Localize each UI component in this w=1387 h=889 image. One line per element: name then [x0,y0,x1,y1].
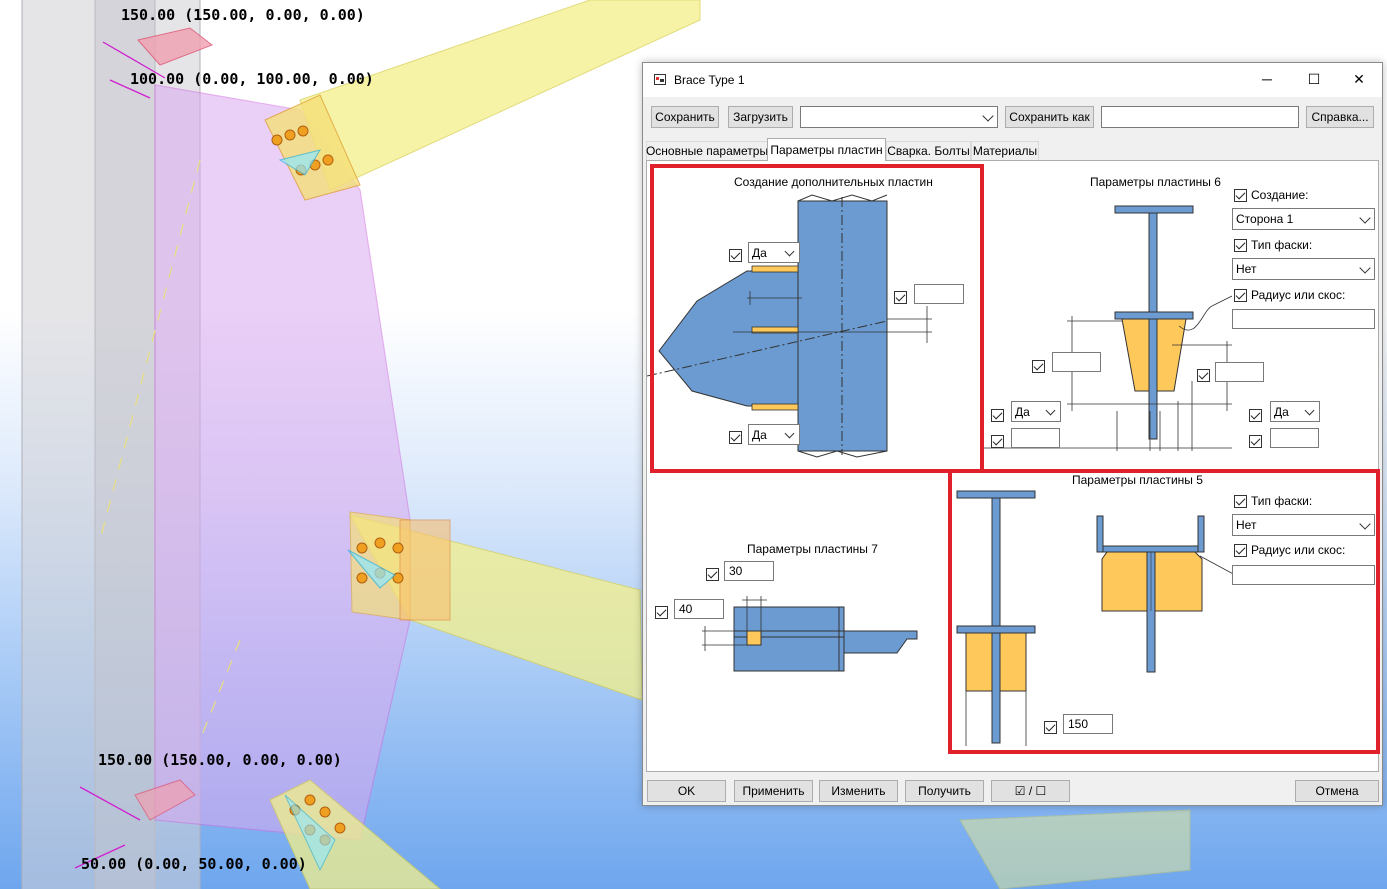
plate6-right-bottom-input[interactable] [1270,428,1319,448]
highlight-frame [650,164,984,473]
chevron-down-icon [1359,212,1371,224]
plate6-left-yes-value: Да [1015,404,1030,419]
apply-button[interactable]: Применить [734,780,813,802]
plate6-radius-label: Радиус или скос: [1251,288,1346,302]
brace-dialog: Brace Type 1 ─ ☐ ✕ Сохранить Загрузить С… [642,62,1383,806]
close-button[interactable]: ✕ [1336,63,1382,95]
save-button[interactable]: Сохранить [651,106,719,128]
maximize-button[interactable]: ☐ [1291,63,1337,95]
plate6-chamfer-combo[interactable]: Нет [1232,258,1375,280]
tab-plate-params[interactable]: Параметры пластин [767,138,886,161]
plate6-right-yes-value: Да [1274,404,1289,419]
plate6-radius-checkbox[interactable] [1234,289,1247,302]
get-button[interactable]: Получить [905,780,984,802]
plate6-chamfer-label: Тип фаски: [1251,238,1313,252]
dimension-label: 50.00 (0.00, 50.00, 0.00) [81,855,307,873]
chevron-down-icon [1359,262,1371,274]
dimension-label: 100.00 (0.00, 100.00, 0.00) [130,70,374,88]
plate7-top-input[interactable]: 30 [724,561,774,581]
title-bar[interactable]: Brace Type 1 ─ ☐ ✕ [643,63,1382,97]
plate6-right-checkbox[interactable] [1197,369,1210,382]
plate6-right-input[interactable] [1215,362,1264,382]
dimension-label: 150.00 (150.00, 0.00, 0.00) [121,6,365,24]
plate-params-page: Создание дополнительных пластин Да Да Па… [646,160,1380,772]
plate6-left-checkbox[interactable] [1032,360,1045,373]
modify-button[interactable]: Изменить [819,780,898,802]
plate6-right-bottom-checkbox[interactable] [1249,435,1262,448]
toggle-all-button[interactable]: ☑ / ☐ [991,780,1070,802]
save-as-input[interactable] [1101,106,1299,128]
plate7-left-input[interactable]: 40 [674,599,724,619]
group-title-plate7: Параметры пластины 7 [747,542,878,556]
plate6-right-yes-combo[interactable]: Да [1270,401,1320,422]
chevron-down-icon [1045,405,1056,416]
plate7-top-checkbox[interactable] [706,568,719,581]
plate6-chamfer-checkbox[interactable] [1234,239,1247,252]
window-title: Brace Type 1 [674,73,745,87]
plate6-left-bottom-input[interactable] [1011,428,1060,448]
plate6-left-bottom-checkbox[interactable] [991,435,1004,448]
tab-materials[interactable]: Материалы [971,141,1039,160]
tab-welds-bolts[interactable]: Сварка. Болты [886,141,971,160]
plate7-diagram [702,596,918,672]
plate6-right-yes-checkbox[interactable] [1249,409,1262,422]
help-button[interactable]: Справка... [1306,106,1374,128]
chevron-down-icon [982,110,994,122]
plate6-radius-input[interactable] [1232,309,1375,329]
plate6-chamfer-value: Нет [1236,262,1257,276]
plate6-side-value: Сторона 1 [1236,212,1294,226]
cancel-button[interactable]: Отмена [1295,780,1379,802]
plate6-side-combo[interactable]: Сторона 1 [1232,208,1375,230]
save-as-button[interactable]: Сохранить как [1005,106,1094,128]
plate6-left-input[interactable] [1052,352,1101,372]
ok-button[interactable]: OK [647,780,726,802]
chevron-down-icon [1304,405,1315,416]
load-button[interactable]: Загрузить [728,106,793,128]
plate6-left-yes-combo[interactable]: Да [1011,401,1061,422]
plate6-left-yes-checkbox[interactable] [991,409,1004,422]
highlight-frame [948,469,1380,754]
group-title-plate6: Параметры пластины 6 [1090,175,1221,189]
plate6-create-checkbox[interactable] [1234,189,1247,202]
tab-main-params[interactable]: Основные параметры [646,141,768,160]
plate6-create-label: Создание: [1251,188,1309,202]
dimension-label: 150.00 (150.00, 0.00, 0.00) [98,751,342,769]
app-icon [654,74,666,85]
plate7-left-checkbox[interactable] [655,606,668,619]
minimize-button[interactable]: ─ [1244,63,1290,95]
preset-combo[interactable] [800,106,998,128]
